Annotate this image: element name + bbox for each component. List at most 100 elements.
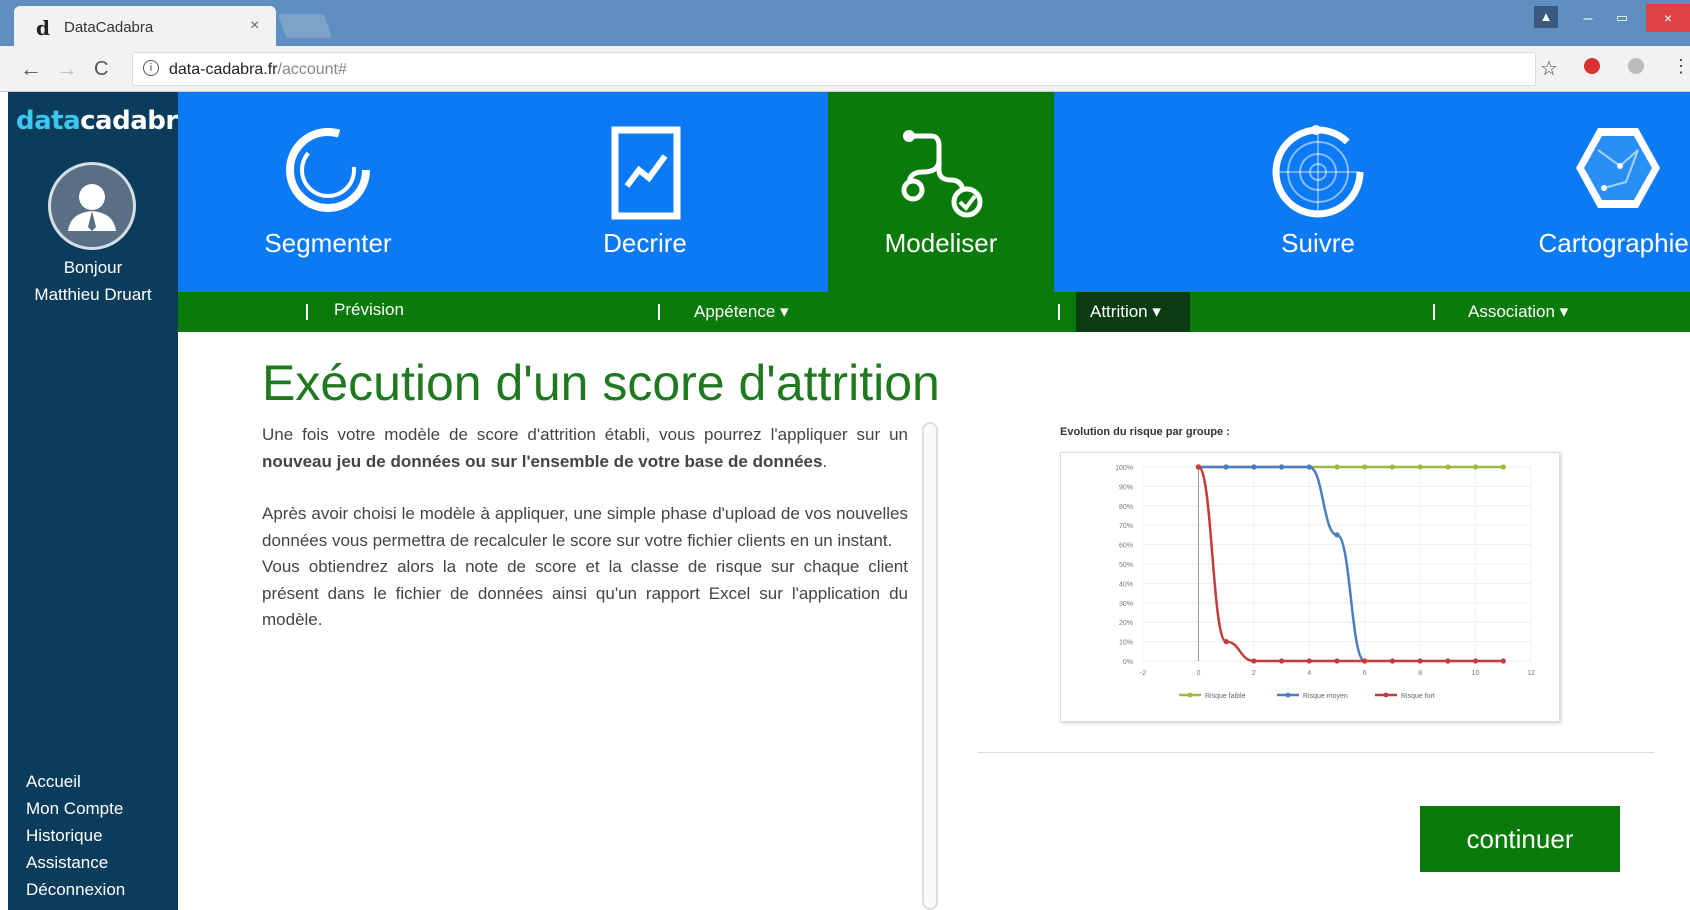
- data-point: [1472, 464, 1479, 470]
- legend-marker: [1187, 692, 1193, 698]
- info-icon[interactable]: i: [143, 60, 159, 76]
- maximize-icon[interactable]: ▭: [1612, 10, 1632, 30]
- profile-icon[interactable]: ▲: [1534, 6, 1558, 28]
- separator: [306, 304, 308, 320]
- page-title: Exécution d'un score d'attrition: [262, 355, 940, 411]
- data-point: [1278, 658, 1285, 664]
- sidebar-item-historique[interactable]: Historique: [26, 822, 125, 849]
- model-path-icon: [901, 130, 983, 218]
- bookmark-star-icon[interactable]: ☆: [1540, 56, 1558, 81]
- y-tick-label: 80%: [1119, 504, 1133, 511]
- segment-ring-icon: [286, 128, 370, 212]
- x-tick-label: 2: [1252, 670, 1256, 677]
- data-point: [1251, 464, 1257, 470]
- tile-label: Decrire: [603, 228, 687, 258]
- paragraph-end: .: [822, 451, 828, 471]
- sidebar-item-accueil[interactable]: Accueil: [26, 768, 125, 795]
- chart-svg: 0% 10% 20% 30% 40% 50% 60% 70% 80% 90% 100% -2 0 2 4 6 8…: [1115, 464, 1535, 700]
- sidebar-item-deconnexion[interactable]: Déconnexion: [26, 876, 125, 903]
- divider: [978, 752, 1654, 753]
- sidebar: datacadabra Bonjour Matthieu Druart Accu…: [8, 92, 195, 910]
- chart-frame: 0% 10% 20% 30% 40% 50% 60% 70% 80% 90% 100% -2 0 2 4 6 8…: [1060, 452, 1560, 722]
- browser-tab[interactable]: d DataCadabra ×: [14, 6, 276, 46]
- data-point: [1417, 464, 1423, 470]
- y-tick-label: 100%: [1115, 465, 1133, 472]
- tile-decrire[interactable]: Decrire: [478, 92, 812, 292]
- tile-label: Segmenter: [264, 228, 392, 258]
- paragraph-text: Une fois votre modèle de score d'attriti…: [262, 425, 908, 444]
- tile-suivre[interactable]: Suivre: [1218, 92, 1418, 292]
- sidebar-item-assistance[interactable]: Assistance: [26, 849, 125, 876]
- sidebar-item-mon-compte[interactable]: Mon Compte: [26, 795, 125, 822]
- user-greeting: Bonjour Matthieu Druart: [8, 254, 178, 308]
- y-tick-label: 40%: [1119, 581, 1133, 588]
- legend-marker: [1285, 692, 1291, 698]
- tile-modeliser[interactable]: Modeliser: [828, 92, 1054, 292]
- y-tick-label: 50%: [1119, 562, 1133, 569]
- tile-label: Modeliser: [884, 228, 998, 258]
- new-tab-button[interactable]: [277, 14, 333, 38]
- paragraph: Après avoir choisi le modèle à appliquer…: [262, 504, 908, 550]
- y-tick-label: 60%: [1119, 543, 1133, 550]
- tile-label: Cartographier: [1538, 228, 1690, 258]
- url-host: data-cadabra.fr: [169, 61, 278, 78]
- data-point: [1389, 464, 1396, 470]
- window-close-icon[interactable]: ×: [1646, 4, 1690, 32]
- continue-button[interactable]: continuer: [1420, 806, 1620, 872]
- favicon-icon: d: [36, 16, 50, 40]
- forward-arrow-icon[interactable]: →: [56, 56, 78, 82]
- chart-document-icon: [611, 126, 681, 220]
- greeting-line: Bonjour: [63, 258, 123, 277]
- data-point: [1334, 464, 1340, 470]
- data-point: [1389, 658, 1396, 664]
- url-text: data-cadabra.fr/account#: [169, 61, 347, 79]
- y-tick-label: 0%: [1123, 659, 1133, 666]
- subnav-association[interactable]: Association ▾: [1468, 302, 1568, 322]
- x-tick-label: 8: [1418, 670, 1422, 677]
- tile-cartographier[interactable]: Cartographier: [1508, 92, 1690, 292]
- x-tick-label: 6: [1363, 670, 1367, 677]
- app-logo[interactable]: datacadabra: [16, 106, 195, 136]
- tile-segmenter[interactable]: Segmenter: [178, 92, 478, 292]
- data-point: [1306, 464, 1312, 470]
- browser-menu-icon[interactable]: ⋮: [1672, 56, 1690, 77]
- data-point: [1195, 464, 1202, 470]
- subnav-appetence[interactable]: Appétence ▾: [694, 302, 789, 322]
- extension-icon[interactable]: [1584, 58, 1600, 74]
- legend-label: Risque fort: [1401, 693, 1435, 700]
- scrollbar[interactable]: [922, 422, 938, 910]
- data-point: [1445, 464, 1451, 470]
- back-arrow-icon[interactable]: ←: [20, 56, 42, 82]
- data-point: [1362, 658, 1368, 664]
- data-point: [1278, 464, 1285, 470]
- hexagon-map-icon: [1576, 128, 1660, 208]
- data-point: [1306, 658, 1312, 664]
- data-point: [1334, 658, 1340, 664]
- avatar[interactable]: [48, 162, 136, 250]
- y-tick-label: 20%: [1119, 620, 1133, 627]
- y-tick-label: 90%: [1119, 484, 1133, 491]
- subnav-prevision[interactable]: Prévision: [334, 300, 404, 320]
- x-tick-label: 10: [1472, 670, 1480, 677]
- separator: [1433, 304, 1435, 320]
- url-path: /account#: [277, 61, 347, 78]
- legend-label: Risque faible: [1205, 693, 1246, 700]
- subnav-attrition[interactable]: Attrition ▾: [1076, 292, 1190, 332]
- extension-icon[interactable]: [1628, 58, 1644, 74]
- legend-marker: [1383, 692, 1389, 698]
- data-point: [1334, 532, 1340, 538]
- data-point: [1251, 658, 1257, 664]
- x-tick-label: 0: [1196, 670, 1200, 677]
- data-point: [1500, 464, 1506, 470]
- address-bar[interactable]: i data-cadabra.fr/account#: [132, 52, 1536, 86]
- data-point: [1417, 658, 1423, 664]
- reload-icon[interactable]: C: [94, 58, 108, 81]
- tab-close-icon[interactable]: ×: [250, 17, 259, 35]
- separator: [1058, 304, 1060, 320]
- separator: [658, 304, 660, 320]
- data-point: [1223, 464, 1229, 470]
- legend-label: Risque moyen: [1303, 693, 1348, 700]
- minimize-icon[interactable]: –: [1578, 10, 1598, 30]
- description-text: Une fois votre modèle de score d'attriti…: [262, 422, 908, 660]
- tile-label: Suivre: [1281, 228, 1355, 258]
